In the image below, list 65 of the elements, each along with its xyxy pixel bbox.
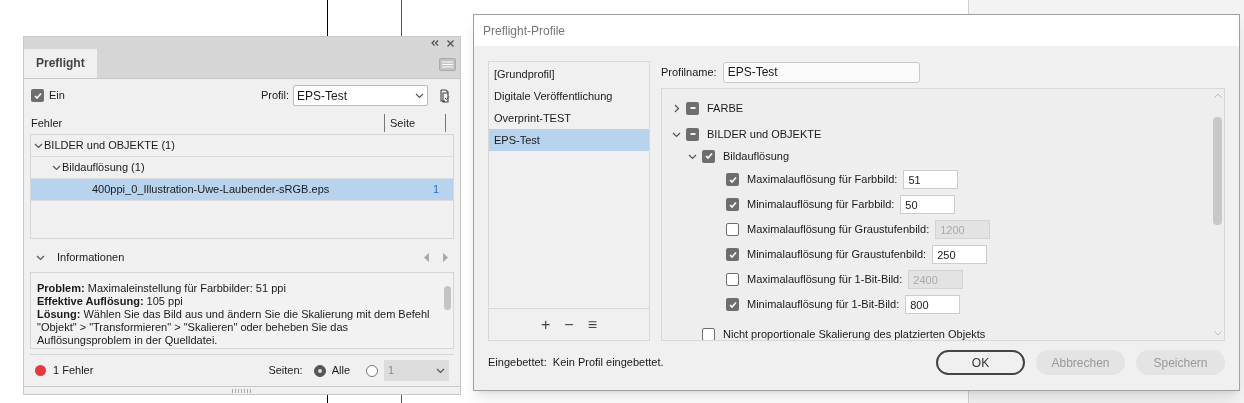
list-button[interactable]: +	[539, 316, 553, 333]
dialog-title: Preflight-Profile	[483, 22, 566, 40]
rule-label: BILDER und OBJEKTE	[707, 126, 822, 142]
rule-label: Maximalauflösung für 1-Bit-Bild:	[747, 272, 903, 288]
info-text: Lösung: Wählen Sie das Bild aus und ändern Sie die Skalierung mit dem Befehl "Objekt" > "Transformieren" > "Skalieren" oder beheben Sie das Auflösungsproblem in der Quelldatei.	[37, 308, 431, 348]
list-button[interactable]: ≡	[585, 316, 599, 333]
error-row[interactable]: BILDER und OBJEKTE (1)	[31, 135, 453, 158]
column-header: Fehler	[31, 116, 64, 132]
rule-label: Maximalauflösung für Graustufenbild:	[747, 222, 930, 238]
value-field[interactable]: 50	[900, 195, 956, 214]
checkbox[interactable]	[702, 327, 715, 340]
collapse-icon[interactable]	[36, 253, 45, 263]
rule-label: Minimalauflösung für Graustufenbild:	[747, 247, 927, 263]
value-field[interactable]: 800	[905, 295, 961, 314]
checkbox[interactable]	[726, 248, 739, 261]
error-count: 1 Fehler	[53, 363, 95, 379]
dialog-button[interactable]: OK	[936, 350, 1025, 375]
radio-label[interactable]: Alle	[331, 362, 350, 379]
value-field[interactable]: 250	[932, 245, 988, 264]
caret-icon	[436, 366, 445, 376]
rule-label: Minimalauflösung für Farbbild:	[747, 197, 895, 213]
rule-label: Minimalauflösung für 1-Bit-Bild:	[747, 297, 900, 313]
resize-grip-icon[interactable]	[232, 388, 252, 393]
profile-name-field[interactable]: EPS-Test	[722, 61, 920, 83]
section-header[interactable]: Informationen	[57, 249, 424, 266]
column-header: Seite	[384, 114, 446, 133]
rule-label: Nicht proportionale Skalierung des platzierten Objekts	[723, 326, 986, 340]
profile-item[interactable]: [Grundprofil]	[489, 63, 649, 85]
checkmark-icon	[727, 199, 738, 210]
value-field[interactable]: 51	[903, 170, 959, 189]
expand-icon[interactable]	[34, 141, 43, 151]
profile-item[interactable]: Digitale Veröffentlichung	[489, 85, 649, 107]
close-icon[interactable]	[447, 39, 454, 47]
profile-dropdown[interactable]: EPS-Test	[293, 85, 428, 107]
profile-label: Profil:	[260, 88, 289, 104]
checkbox[interactable]	[726, 298, 739, 311]
enable-label: Ein	[49, 88, 65, 104]
rule-label: Bildauflösung	[723, 148, 790, 164]
checkbox[interactable]	[31, 89, 44, 103]
profile-item[interactable]: EPS-Test	[489, 129, 649, 151]
profile-item[interactable]: Overprint-TEST	[489, 107, 649, 129]
pages-label: Seiten:	[268, 363, 303, 379]
checkmark-icon	[727, 299, 738, 310]
radio-button[interactable]	[313, 364, 326, 377]
rule-label: Maximalauflösung für Farbbild:	[747, 172, 898, 188]
error-row[interactable]: 400ppi_0_Illustration-Uwe-Laubender-sRGB.eps 1	[31, 179, 453, 202]
checkbox[interactable]	[726, 198, 739, 211]
panel-tab[interactable]: Preflight	[24, 48, 97, 78]
expand-icon[interactable]	[52, 163, 61, 173]
checkmark-icon	[727, 174, 738, 185]
radio-button[interactable]	[366, 364, 378, 377]
checkbox[interactable]	[726, 173, 739, 186]
list-button[interactable]: −	[562, 316, 576, 333]
collapse-icon[interactable]	[672, 103, 681, 113]
profile-name-label: Profilname:	[661, 64, 717, 80]
rule-label: FARBE	[707, 100, 744, 116]
checkmark-icon	[32, 90, 43, 101]
info-text: Effektive Auflösung: 105 ppi	[37, 295, 184, 309]
caret-icon	[415, 91, 424, 101]
embedded-profile-text: Eingebettet: Kein Profil eingebettet.	[488, 355, 665, 371]
collapse-icon[interactable]	[431, 40, 439, 47]
checkbox[interactable]	[702, 149, 715, 163]
info-text: Problem: Maximaleinstellung für Farbbilder: 51 ppi	[37, 282, 287, 296]
checkmark-icon	[727, 249, 738, 260]
checkmark-icon	[703, 151, 714, 161]
